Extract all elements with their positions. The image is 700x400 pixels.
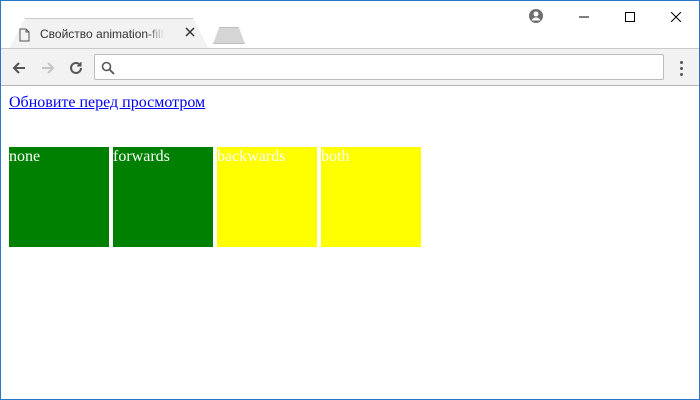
title-bar: Свойство animation-fill-mode <box>1 1 699 49</box>
browser-window: Свойство animation-fill-mode <box>0 0 700 400</box>
reload-icon <box>70 61 82 74</box>
box-both: both <box>321 147 421 247</box>
box-backwards: backwards <box>217 147 317 247</box>
minimize-icon <box>579 16 589 18</box>
address-bar[interactable] <box>94 54 664 80</box>
reload-button[interactable] <box>66 58 86 78</box>
minimize-button[interactable] <box>561 2 607 32</box>
back-button[interactable] <box>9 58 29 78</box>
forward-button[interactable] <box>38 58 58 78</box>
profile-icon[interactable] <box>528 8 544 24</box>
box-none: none <box>9 147 109 247</box>
forward-arrow-icon <box>42 62 55 74</box>
page-icon <box>19 27 30 41</box>
maximize-icon <box>625 12 635 22</box>
browser-tab[interactable]: Свойство animation-fill-mode <box>11 19 199 48</box>
refresh-link[interactable]: Обновите перед просмотром <box>9 94 205 112</box>
toolbar <box>1 48 699 86</box>
window-controls <box>561 1 699 33</box>
box-forwards: forwards <box>113 147 213 247</box>
tab-close-icon[interactable] <box>183 25 197 39</box>
page-content: Обновите перед просмотром none forwards … <box>1 87 699 399</box>
tab-title: Свойство animation-fill-mode <box>40 26 165 41</box>
maximize-button[interactable] <box>607 2 653 32</box>
close-button[interactable] <box>653 2 699 32</box>
menu-dots-icon[interactable] <box>673 58 689 78</box>
address-input[interactable] <box>121 58 651 76</box>
animation-boxes: none forwards backwards both <box>9 147 425 247</box>
search-icon <box>101 60 115 75</box>
close-icon <box>671 12 681 22</box>
new-tab-button[interactable] <box>213 27 245 44</box>
back-arrow-icon <box>12 62 25 74</box>
